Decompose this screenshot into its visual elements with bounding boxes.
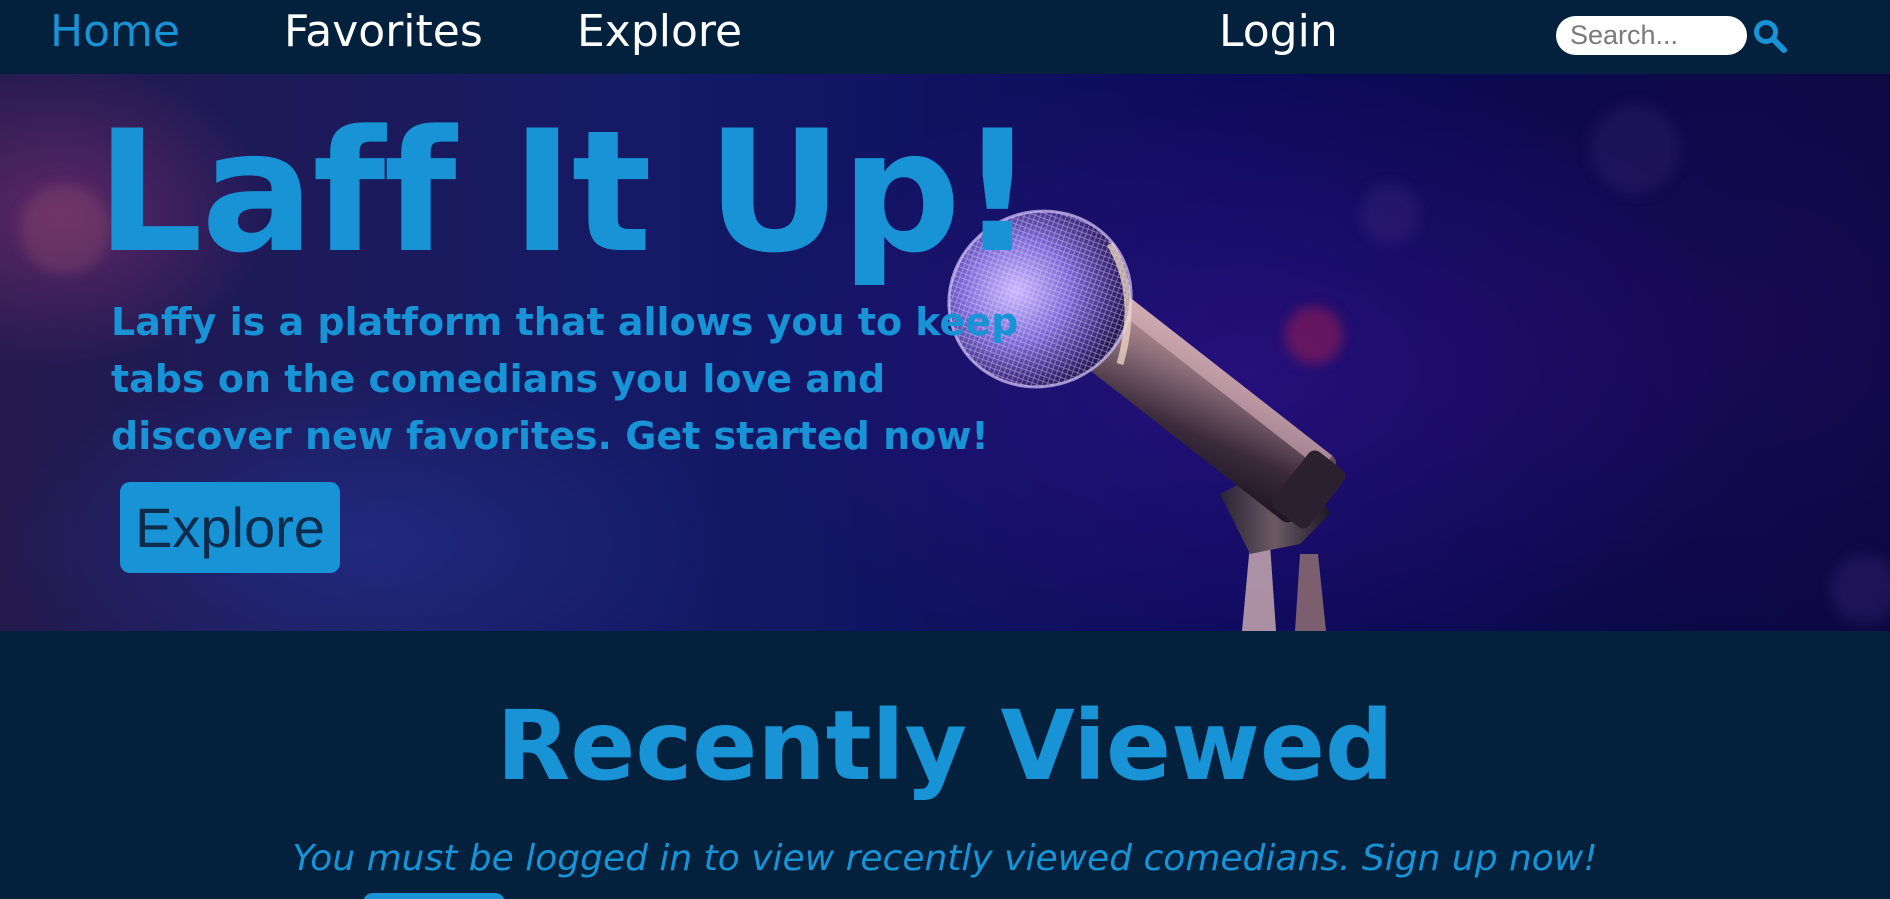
search-icon	[1754, 20, 1787, 53]
hero-explore-button[interactable]: Explore	[120, 482, 340, 573]
hero-description: Laffy is a platform that allows you to k…	[111, 300, 1019, 458]
recently-viewed-title: Recently Viewed	[496, 690, 1394, 802]
nav-login-link[interactable]: Login	[1219, 6, 1338, 58]
login-required-message: You must be logged in to view recently v…	[292, 838, 1598, 879]
nav-home-link[interactable]: Home	[50, 6, 180, 58]
sign-up-button[interactable]	[363, 893, 505, 899]
search-button[interactable]	[1752, 18, 1788, 54]
nav-explore-link[interactable]: Explore	[577, 6, 742, 58]
recently-viewed-section: Recently Viewed You must be logged in to…	[0, 631, 1890, 899]
hero-title: Laff It Up!	[96, 94, 1036, 290]
search-input[interactable]	[1556, 16, 1747, 55]
nav-favorites-link[interactable]: Favorites	[284, 6, 483, 58]
top-navigation: Home Favorites Explore Login	[0, 0, 1890, 74]
hero-banner: Laff It Up! Laffy is a platform that all…	[0, 74, 1890, 631]
